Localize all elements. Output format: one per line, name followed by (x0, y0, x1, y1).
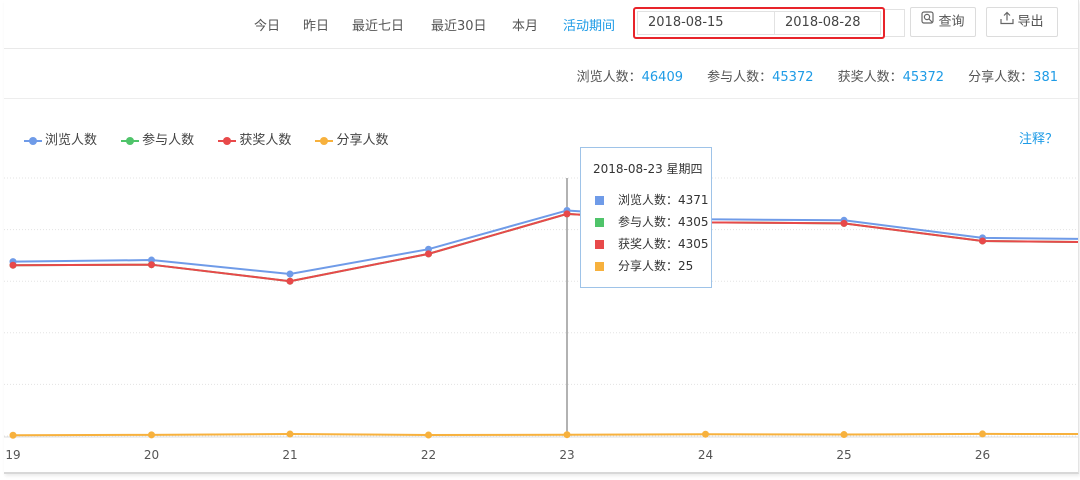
x-tick-label: 19 (5, 448, 20, 462)
data-point (286, 270, 294, 278)
chart-tooltip: 2018-08-23 星期四 浏览人数：4371 参与人数：4305 获奖人数：… (580, 147, 712, 288)
tooltip-row-shares: 分享人数：25 (595, 257, 693, 274)
data-point (9, 261, 17, 269)
x-tick-label: 21 (282, 448, 297, 462)
data-point (286, 430, 294, 438)
tooltip-title: 2018-08-23 星期四 (593, 162, 703, 176)
data-point (286, 277, 294, 285)
data-point (148, 431, 155, 439)
series-line (12, 432, 1078, 437)
x-tick-label: 26 (975, 448, 990, 462)
line-chart: 19 20 21 22 23 24 25 26 (4, 177, 1078, 462)
x-tick-label: 23 (559, 448, 574, 462)
data-point (979, 237, 986, 245)
data-point (148, 261, 155, 269)
tooltip-row-winners: 获奖人数：4305 (595, 235, 709, 252)
data-point (702, 430, 709, 438)
data-point (425, 431, 432, 439)
data-point (9, 431, 17, 439)
x-tick-label: 20 (144, 448, 159, 462)
data-point (979, 430, 986, 438)
data-point (563, 210, 571, 218)
tooltip-row-participants: 参与人数：4305 (595, 213, 709, 230)
series-line (12, 212, 1078, 283)
x-tick-label: 25 (836, 448, 851, 462)
data-point (840, 219, 848, 227)
analytics-panel: 今日 昨日 最近七日 最近30日 本月 活动期间 2018-08-15 2018… (4, 0, 1079, 474)
data-point (425, 250, 432, 258)
series-line (12, 212, 1078, 283)
x-tick-label: 24 (698, 448, 713, 462)
data-point (563, 431, 571, 439)
x-tick-label: 22 (421, 448, 436, 462)
data-point (840, 431, 848, 439)
tooltip-row-views: 浏览人数：4371 (595, 191, 709, 208)
